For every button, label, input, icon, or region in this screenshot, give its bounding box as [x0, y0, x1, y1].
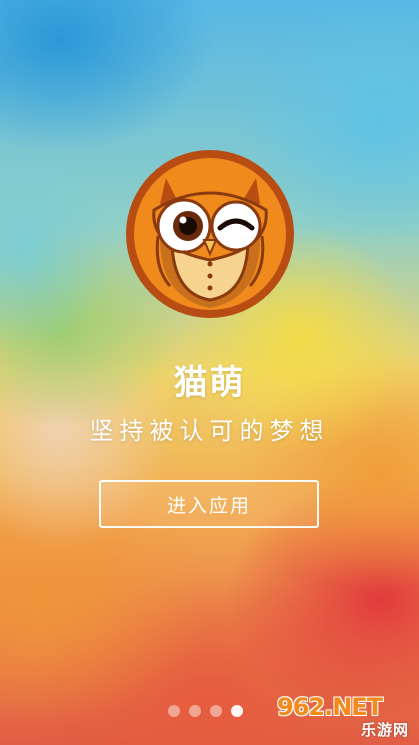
page-dot[interactable] [168, 705, 180, 717]
page-dot-active[interactable] [231, 705, 243, 717]
page-dot[interactable] [189, 705, 201, 717]
app-slogan: 坚持被认可的梦想 [89, 417, 330, 445]
owl-logo-icon [124, 148, 296, 320]
watermark-logo: 962.NET [277, 693, 383, 721]
watermark: 962.NET 乐游网 [277, 693, 415, 741]
watermark-text: 乐游网 [360, 721, 409, 739]
enter-app-button[interactable]: 进入应用 [99, 480, 319, 528]
page-indicator [168, 705, 243, 717]
app-name: 猫萌 [173, 363, 246, 403]
splash-screen: 猫萌 坚持被认可的梦想 进入应用 962.NET 乐游网 [0, 0, 419, 745]
page-dot[interactable] [210, 705, 222, 717]
